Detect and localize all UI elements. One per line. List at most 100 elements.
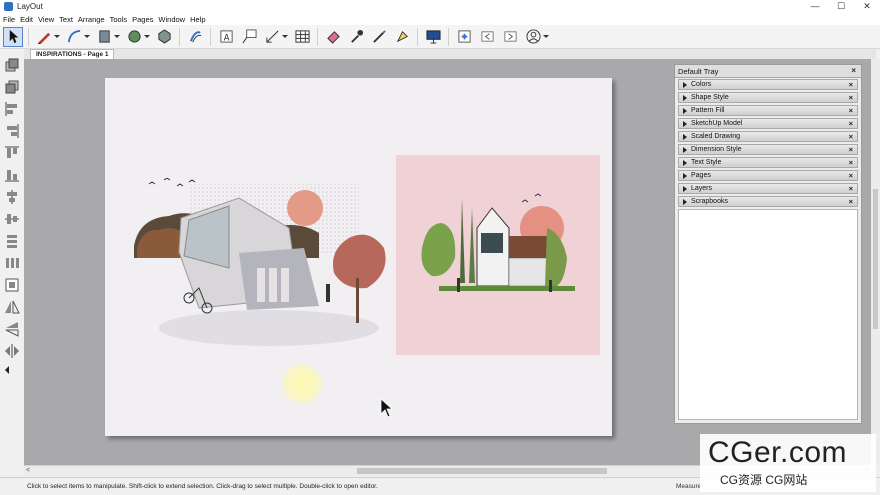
align-center-horizontal-icon xyxy=(5,214,19,224)
page-tab[interactable]: INSPIRATIONS - Page 1 xyxy=(30,49,115,59)
tray-panel-colors[interactable]: Colors × xyxy=(678,79,858,90)
tray-panel-sketchup-model[interactable]: SketchUp Model × xyxy=(678,118,858,129)
mirror-icon xyxy=(5,344,19,358)
select-tool-button[interactable] xyxy=(3,26,23,47)
flip-vertical-button[interactable] xyxy=(4,321,20,337)
dimension-tool-dropdown[interactable] xyxy=(282,27,289,47)
panel-close-button[interactable]: × xyxy=(849,132,853,141)
house-render-image[interactable] xyxy=(417,188,577,308)
panel-close-button[interactable]: × xyxy=(849,93,853,102)
align-center-horizontal-button[interactable] xyxy=(4,211,20,227)
bring-forward-button[interactable] xyxy=(4,57,20,73)
toolbar-separator xyxy=(448,27,449,46)
minimize-button[interactable]: — xyxy=(802,0,828,13)
align-center-vertical-button[interactable] xyxy=(4,189,20,205)
document-page[interactable] xyxy=(105,78,612,436)
space-horizontally-button[interactable] xyxy=(4,255,20,271)
next-page-button[interactable] xyxy=(500,27,520,47)
align-top-icon xyxy=(5,146,19,158)
panel-close-button[interactable]: × xyxy=(849,171,853,180)
panel-close-button[interactable]: × xyxy=(849,145,853,154)
mirror-button[interactable] xyxy=(4,343,20,359)
tray-panel-pages[interactable]: Pages × xyxy=(678,170,858,181)
polygon-tool-button[interactable] xyxy=(154,27,174,47)
menu-arrange[interactable]: Arrange xyxy=(78,15,105,24)
tray-panel-pattern-fill[interactable]: Pattern Fill × xyxy=(678,105,858,116)
offset-tool-button[interactable] xyxy=(185,27,205,47)
send-backward-button[interactable] xyxy=(4,79,20,95)
toolbar-collapse-arrow[interactable] xyxy=(4,365,10,375)
rectangle-icon xyxy=(98,30,110,43)
menu-edit[interactable]: Edit xyxy=(20,15,33,24)
panel-close-button[interactable]: × xyxy=(849,158,853,167)
flip-horizontal-button[interactable] xyxy=(4,299,20,315)
align-right-button[interactable] xyxy=(4,123,20,139)
menu-text[interactable]: Text xyxy=(59,15,73,24)
window-controls: — ☐ ✕ xyxy=(802,0,880,13)
align-left-button[interactable] xyxy=(4,101,20,117)
close-button[interactable]: ✕ xyxy=(854,0,880,13)
account-dropdown[interactable] xyxy=(543,27,550,47)
vertical-scrollbar[interactable] xyxy=(871,59,880,465)
menu-view[interactable]: View xyxy=(38,15,54,24)
center-on-page-button[interactable] xyxy=(4,277,20,293)
arc-tool-button[interactable] xyxy=(64,27,84,47)
tray-close-button[interactable]: × xyxy=(851,66,856,75)
horizontal-scroll-thumb[interactable] xyxy=(357,468,607,474)
join-tool-button[interactable] xyxy=(392,27,412,47)
tray-panel-dimension-style[interactable]: Dimension Style × xyxy=(678,144,858,155)
text-tool-button[interactable]: A xyxy=(216,27,236,47)
tray-content-area xyxy=(678,209,858,420)
panel-close-button[interactable]: × xyxy=(849,119,853,128)
expand-arrow-icon xyxy=(683,95,687,101)
rectangle-tool-dropdown[interactable] xyxy=(114,27,121,47)
eraser-tool-button[interactable] xyxy=(323,27,343,47)
table-icon xyxy=(294,30,310,43)
tray-panel-scaled-drawing[interactable]: Scaled Drawing × xyxy=(678,131,858,142)
space-vertically-button[interactable] xyxy=(4,233,20,249)
maximize-button[interactable]: ☐ xyxy=(828,0,854,13)
circle-tool-button[interactable] xyxy=(124,27,144,47)
center-on-page-icon xyxy=(5,278,19,292)
menu-pages[interactable]: Pages xyxy=(132,15,153,24)
main-toolbar: A xyxy=(0,25,880,49)
account-button[interactable] xyxy=(523,27,543,47)
align-right-icon xyxy=(7,124,19,138)
menu-file[interactable]: File xyxy=(3,15,15,24)
panel-close-button[interactable]: × xyxy=(849,184,853,193)
panel-close-button[interactable]: × xyxy=(849,106,853,115)
add-page-icon xyxy=(457,30,471,43)
add-page-button[interactable] xyxy=(454,27,474,47)
watermark-title: CGer.com xyxy=(708,436,848,469)
menu-window[interactable]: Window xyxy=(158,15,185,24)
panel-close-button[interactable]: × xyxy=(849,197,853,206)
menu-help[interactable]: Help xyxy=(190,15,205,24)
previous-page-button[interactable] xyxy=(477,27,497,47)
vertical-scroll-thumb[interactable] xyxy=(873,189,878,329)
label-tool-button[interactable] xyxy=(239,27,259,47)
align-bottom-button[interactable] xyxy=(4,167,20,183)
table-tool-button[interactable] xyxy=(292,27,312,47)
tray-panel-scrapbooks[interactable]: Scrapbooks × xyxy=(678,196,858,207)
tray-panel-layers[interactable]: Layers × xyxy=(678,183,858,194)
scroll-left-arrow[interactable]: < xyxy=(26,467,30,474)
house-collage-image[interactable] xyxy=(129,178,391,348)
offset-icon xyxy=(189,31,201,43)
title-bar: LayOut — ☐ ✕ xyxy=(0,0,880,13)
split-tool-button[interactable] xyxy=(369,27,389,47)
line-tool-dropdown[interactable] xyxy=(54,27,61,47)
arc-tool-dropdown[interactable] xyxy=(84,27,91,47)
circle-icon xyxy=(127,30,141,43)
line-tool-button[interactable] xyxy=(34,27,54,47)
tray-panel-text-style[interactable]: Text Style × xyxy=(678,157,858,168)
circle-tool-dropdown[interactable] xyxy=(144,27,151,47)
tray-panel-shape-style[interactable]: Shape Style × xyxy=(678,92,858,103)
menu-tools[interactable]: Tools xyxy=(110,15,128,24)
rectangle-tool-button[interactable] xyxy=(94,27,114,47)
panel-close-button[interactable]: × xyxy=(849,80,853,89)
align-center-vertical-icon xyxy=(7,190,17,204)
dimension-tool-button[interactable] xyxy=(262,27,282,47)
align-top-button[interactable] xyxy=(4,145,20,161)
presentation-button[interactable] xyxy=(423,27,443,47)
style-tool-button[interactable] xyxy=(346,27,366,47)
